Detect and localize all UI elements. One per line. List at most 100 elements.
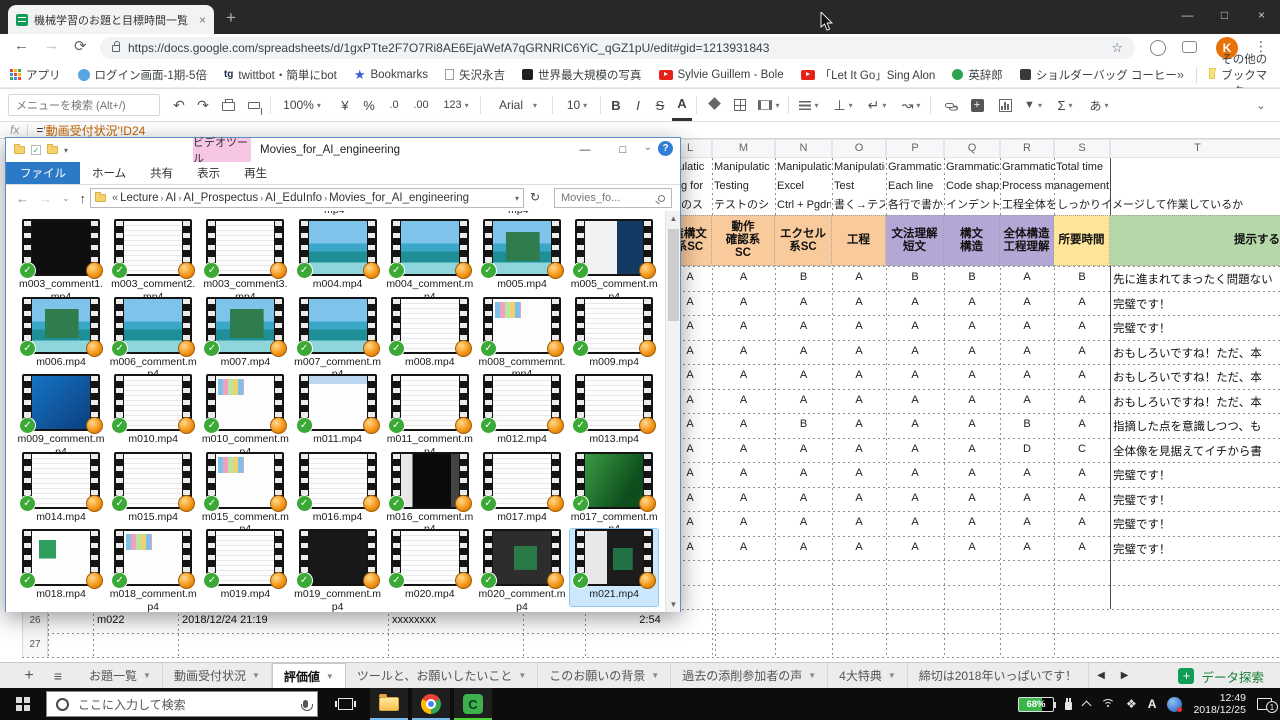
sheet-tab-4[interactable]: ツールと、お願いしたいこと▼ [346,663,538,688]
cell-text[interactable]: 2018/12/24 21:19 [182,609,384,633]
file-item[interactable]: ✓m018.mp4 [17,529,105,606]
file-item[interactable]: ✓m003_comment3.mp4 [201,219,289,296]
grade-cell[interactable]: A [1054,340,1110,365]
grade-cell[interactable]: A [775,364,832,389]
grade-cell[interactable]: A [886,389,944,414]
horizontal-align-icon[interactable]: ▾ [794,89,824,121]
cell-text[interactable]: テストのシ [714,196,774,214]
bookmark-item-5[interactable]: 矢沢永吉 [445,67,505,83]
grade-cell[interactable]: A [712,291,775,316]
grade-cell[interactable]: C [1054,438,1110,463]
cell-text[interactable]: Manipulatic [777,158,831,176]
grade-cell[interactable]: A [775,340,832,365]
bookmark-item-7[interactable]: Sylvie Guillem - Bole [659,69,784,81]
bookmark-star-icon[interactable]: ☆ [1111,40,1123,56]
window-close-button[interactable]: × [1243,0,1280,30]
file-item[interactable]: ✓m019_comment.mp4 [294,529,382,606]
header-band-cell[interactable]: 動作 確認系 SC [712,215,775,266]
toolbar-collapse-icon[interactable]: ⌄ [1248,89,1274,121]
filter-icon[interactable]: ▼▾ [1020,89,1046,121]
text-color-button[interactable]: A [672,89,692,121]
grade-cell[interactable]: A [886,438,944,463]
window-minimize-button[interactable]: — [1169,0,1206,30]
print-icon[interactable] [216,89,240,121]
grade-cell[interactable]: B [775,413,832,438]
more-formats-button[interactable]: 123▾ [438,89,474,121]
ribbon-tab-3[interactable]: 共有 [138,162,185,184]
breadcrumb-segment-5[interactable]: Movies_for_AI_engineering [329,192,469,204]
explorer-search-input[interactable]: Movies_fo... [554,188,672,208]
grade-cell[interactable]: A [832,511,886,536]
grade-cell[interactable]: A [832,291,886,316]
grade-cell[interactable]: A [712,487,775,512]
file-item[interactable]: ✓m009_comment.mp4 [17,374,105,451]
sheet-tab-5[interactable]: このお願いの背景▼ [538,663,671,688]
vertical-align-icon[interactable]: ⊥▾ [828,89,858,121]
grade-cell[interactable]: A [944,413,1000,438]
grade-cell[interactable]: A [944,364,1000,389]
grade-cell[interactable]: A [712,315,775,340]
zoom-select[interactable]: 100%▾ [276,89,328,121]
grade-cell[interactable]: A [1054,413,1110,438]
dropbox-icon[interactable]: ❖ [1126,697,1137,711]
cell-text[interactable]: 2:54 [589,609,711,633]
decrease-decimal-button[interactable]: .0 [382,89,406,121]
explorer-forward-icon[interactable]: → [39,191,52,206]
input-tools-button[interactable]: あ▾ [1084,89,1114,121]
quick-access-toolbar[interactable]: ✓ ▾ [14,145,68,155]
grade-cell[interactable]: A [944,389,1000,414]
comment-cell[interactable]: 完璧です！ [1113,536,1279,561]
header-band-cell[interactable]: 全体構造 工程理解 [1000,215,1054,266]
cell-text[interactable]: Grammatic [1002,158,1056,176]
cell-text[interactable]: Test [834,177,885,195]
grade-cell[interactable]: A [832,340,886,365]
grade-cell[interactable]: A [832,413,886,438]
bookmark-item-6[interactable]: 世界最大規模の写真 [522,67,642,83]
grade-cell[interactable]: A [944,340,1000,365]
header-band-cell[interactable]: 文法理解 短文 [886,215,944,266]
chevron-down-icon[interactable]: ▼ [651,671,659,680]
grade-cell[interactable]: A [886,487,944,512]
comment-cell[interactable]: おもしろいですね！ただ、本 [1113,340,1279,365]
reload-icon[interactable]: ⟳ [74,37,87,55]
currency-format-button[interactable]: ¥ [334,89,356,121]
grade-cell[interactable]: A [712,462,775,487]
grade-cell[interactable]: A [1000,315,1054,340]
header-band-cell[interactable]: 所要時間 [1054,215,1110,266]
sheet-tab-2[interactable]: 動画受付状況▼ [163,663,272,688]
grade-cell[interactable]: A [944,511,1000,536]
file-item[interactable]: ✓m008.mp4 [386,297,474,374]
extension-icon-1[interactable] [1150,40,1166,56]
taskbar-explorer-button[interactable] [370,688,408,720]
scroll-up-icon[interactable]: ▲ [666,211,681,226]
bookmark-item-8[interactable]: 「Let It Go」Sing Alon [801,67,936,83]
undo-icon[interactable]: ↶ [168,89,190,121]
forward-icon[interactable]: → [44,37,59,54]
sheet-tab-8[interactable]: 締切は2018年いっぱいです！ [908,663,1089,688]
percent-format-button[interactable]: % [358,89,380,121]
file-item[interactable]: ✓m010_comment.mp4 [201,374,289,451]
grade-cell[interactable]: A [944,536,1000,561]
font-select[interactable]: Arial▾ [488,89,548,121]
column-header-R[interactable]: R [1000,139,1054,158]
taskbar-search-input[interactable]: ここに入力して検索 [46,691,318,717]
grade-cell[interactable]: A [886,413,944,438]
ribbon-tab-5[interactable]: 再生 [232,162,279,184]
chevron-down-icon[interactable]: ▼ [252,671,260,680]
grade-cell[interactable]: A [1054,389,1110,414]
comment-cell[interactable]: 全体像を見据えてイチから書 [1113,438,1279,463]
grade-cell[interactable]: B [944,266,1000,291]
back-icon[interactable]: ← [14,37,29,54]
sheet-tab-3[interactable]: 評価値▼ [272,663,346,688]
explorer-maximize-button[interactable]: □ [604,138,642,162]
grade-cell[interactable]: A [712,266,775,291]
grade-cell[interactable]: A [944,438,1000,463]
file-item[interactable]: ✓m016.mp4 [294,452,382,529]
all-sheets-icon[interactable]: ≡ [44,663,72,688]
ime-mode-icon[interactable]: A [1148,697,1157,711]
insert-comment-icon[interactable]: + [964,89,990,121]
column-header-Q[interactable]: Q [944,139,1000,158]
sheet-tab-1[interactable]: お題一覧▼ [78,663,163,688]
grade-cell[interactable]: A [1054,315,1110,340]
new-tab-button[interactable]: + [226,8,236,28]
